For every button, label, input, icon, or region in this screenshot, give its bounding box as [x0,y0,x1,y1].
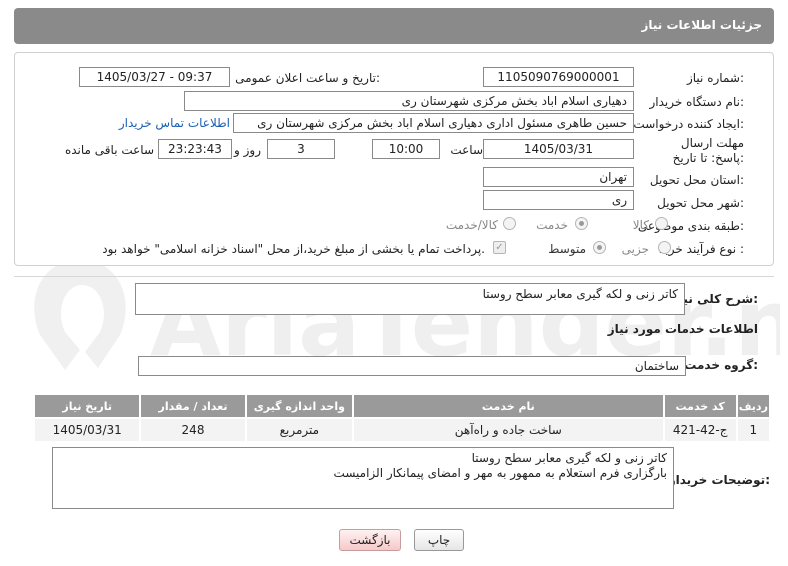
cell-unit: مترمربع [244,417,355,443]
buyer-org-label: نام دستگاه خریدار: [649,95,745,109]
deadline-date-field: 1405/03/31 [483,139,634,159]
announce-date-label: تاریخ و ساعت اعلان عمومی: [235,71,380,85]
column-header-quantity: تعداد / مقدار [139,393,247,419]
city-field: ری [483,190,634,210]
buyer-notes-field: کاتر زنی و لکه گیری معابر سطح روستا بارگ… [52,447,674,509]
buyer-notes-line-1: کاتر زنی و لکه گیری معابر سطح روستا [471,451,667,465]
summary-text: کاتر زنی و لکه گیری معابر سطح روستا [482,287,678,301]
cell-row-number: 1 [735,417,772,443]
purchase-option-minor-label: جزیی [621,242,649,256]
remaining-time-field: 23:23:43 [158,139,232,159]
purchase-option-medium-label: متوسط [548,242,586,256]
creator-field: حسین طاهری مسئول اداری دهیاری اسلام اباد… [233,113,634,133]
cell-service-name: ساخت جاده و راه‌آهن [352,417,665,443]
column-header-service-code: کد خدمت [662,393,738,419]
page-title: جزئیات اطلاعات نیاز [641,18,762,32]
column-header-need-date: تاریخ نیاز [32,393,142,419]
province-label: استان محل تحویل: [649,173,744,187]
category-option-goods-service-radio[interactable] [503,217,516,230]
buyer-contact-link[interactable]: اطلاعات تماس خریدار [119,116,230,130]
category-option-goods-label: کالا [632,218,649,232]
buyer-org-field: دهیاری اسلام اباد بخش مرکزی شهرستان ری [184,91,634,111]
category-option-goods-radio[interactable] [655,217,668,230]
column-header-unit: واحد اندازه گیری [244,393,355,419]
section-divider [14,276,774,277]
service-group-field: ساختمان [138,356,686,376]
deadline-time-field: 10:00 [372,139,440,159]
column-header-service-name: نام خدمت [352,393,665,419]
need-number-field: 1105090769000001 [483,67,634,87]
category-option-service-radio[interactable] [575,217,588,230]
services-table: ردیف کد خدمت نام خدمت واحد اندازه گیری ت… [32,393,772,443]
treasury-payment-checkbox[interactable]: ✓ [493,241,506,254]
buyer-notes-line-2: بارگزاری فرم استعلام به ممهور به مهر و ا… [333,466,667,480]
service-group-label: گروه خدمت: [684,358,758,372]
days-label: روز و [234,143,261,157]
table-row: 1 ج-42-421 ساخت جاده و راه‌آهن مترمربع 2… [32,417,772,443]
table-header-row: ردیف کد خدمت نام خدمت واحد اندازه گیری ت… [32,393,772,419]
treasury-payment-note: پرداخت تمام یا بخشی از مبلغ خرید،از محل … [102,242,485,256]
remaining-time-label: ساعت باقی مانده [64,143,154,157]
deadline-label: مهلت ارسال پاسخ: تا تاریخ: [672,136,744,165]
purchase-option-minor-radio[interactable] [658,241,671,254]
buyer-notes-label: توضیحات خریدار: [668,473,770,487]
back-button[interactable]: بازگشت [339,529,401,551]
category-label: طبقه بندی موضوعی: [637,219,744,233]
cell-service-code: ج-42-421 [662,417,738,443]
print-button[interactable]: چاپ [414,529,464,551]
purchase-type-label: نوع فرآیند خرید : [659,242,744,256]
page-header: جزئیات اطلاعات نیاز [14,8,774,44]
column-header-row-number: ردیف [735,393,772,419]
creator-label: ایجاد کننده درخواست: [633,117,744,131]
need-number-label: شماره نیاز: [686,71,744,85]
cell-need-date: 1405/03/31 [32,417,142,443]
city-label: شهر محل تحویل: [657,196,744,210]
province-field: تهران [483,167,634,187]
deadline-time-label: ساعت [450,143,483,157]
announce-date-field: 1405/03/27 - 09:37 [79,67,230,87]
services-section-title: اطلاعات خدمات مورد نیاز [607,322,758,336]
category-option-goods-service-label: کالا/خدمت [445,218,498,232]
cell-quantity: 248 [139,417,247,443]
category-option-service-label: خدمت [536,218,568,232]
summary-field: کاتر زنی و لکه گیری معابر سطح روستا [135,283,685,315]
days-remaining-field: 3 [267,139,335,159]
purchase-option-medium-radio[interactable] [593,241,606,254]
